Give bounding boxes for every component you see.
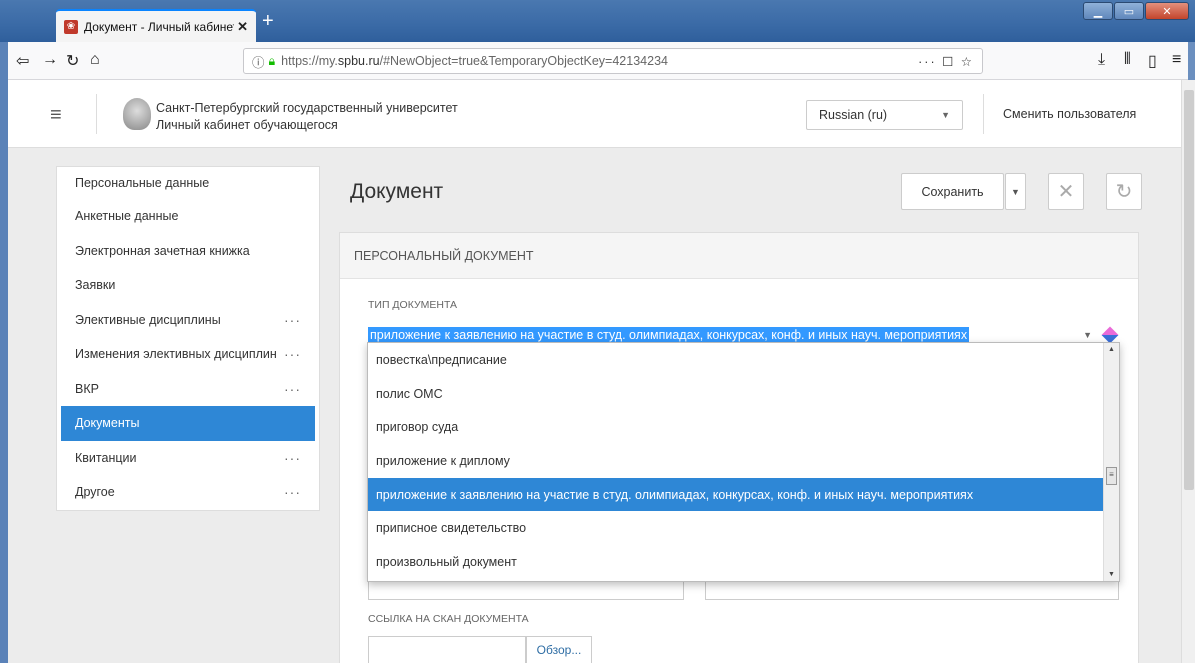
university-name: Санкт-Петербургский государственный унив…: [156, 100, 458, 134]
sidebar-item-label: Анкетные данные: [75, 209, 179, 224]
page-content: ≡ Санкт-Петербургский государственный ун…: [8, 80, 1181, 663]
sidebar-item[interactable]: Элективные дисциплины ···: [57, 303, 319, 338]
university-line1: Санкт-Петербургский государственный унив…: [156, 101, 458, 115]
info-icon[interactable]: ⓘ: [252, 52, 265, 71]
save-options-button[interactable]: ▼: [1005, 173, 1026, 210]
doc-type-dropdown: повестка\предписание полис ОМС приговор су…: [367, 342, 1120, 582]
dropdown-list: повестка\предписание полис ОМС приговор су…: [368, 343, 1119, 579]
sidebar-item-label: Электронная зачетная книжка: [75, 243, 250, 258]
sidebar-item-label: Заявки: [75, 278, 116, 293]
sidebar-item[interactable]: ВКР ···: [57, 372, 319, 407]
sidebar-item[interactable]: Документы: [61, 406, 315, 441]
card-title: ПЕРСОНАЛЬНЫЙ ДОКУМЕНТ: [340, 233, 1138, 279]
university-crest-logo: [123, 98, 151, 130]
text-field[interactable]: [368, 580, 684, 600]
reload-icon[interactable]: ↻: [66, 51, 79, 71]
divider: [96, 94, 97, 134]
window-titlebar: ❀ Документ - Личный кабинет о ✕ + ▁ ▭ ✕: [0, 0, 1195, 42]
sidebar-item[interactable]: Электронная зачетная книжка: [57, 234, 319, 269]
window-frame: [0, 42, 8, 663]
clear-eraser-icon[interactable]: [1101, 326, 1119, 343]
library-icon[interactable]: ⫴: [1124, 51, 1131, 69]
sidebar-item-label: Документы: [75, 416, 140, 431]
url-bar[interactable]: ⓘ 🔒︎ https://my. spbu.ru/#NewObject=true&…: [243, 48, 983, 74]
tab-close-icon[interactable]: ✕: [237, 19, 248, 35]
menu-icon[interactable]: ≡: [1172, 51, 1181, 69]
sidebar-item[interactable]: Изменения элективных дисциплин ···: [57, 337, 319, 372]
browse-button[interactable]: Обзор...: [526, 636, 592, 663]
doc-type-value: приложение к заявлению на участие в студ…: [368, 326, 970, 343]
cancel-icon[interactable]: ✕: [1048, 173, 1084, 210]
divider: [983, 94, 984, 134]
sidebar-menu: Персональные данные Анкетные данные Электр…: [56, 166, 320, 511]
browser-navbar: ⇦ → ↻ ⌂ ⓘ 🔒︎ https://my. spbu.ru/#NewObje…: [8, 42, 1188, 80]
more-icon[interactable]: ···: [284, 450, 301, 466]
page-scroll-thumb[interactable]: [1184, 90, 1194, 490]
more-icon[interactable]: ···: [284, 484, 301, 500]
chevron-down-icon: ▼: [941, 110, 950, 120]
text-field[interactable]: [705, 580, 1119, 600]
university-line2: Личный кабинет обучающегося: [156, 118, 338, 132]
sidebar-item[interactable]: Квитанции ···: [57, 441, 319, 476]
sidebar-item-label: Изменения элективных дисциплин: [75, 347, 277, 362]
save-button[interactable]: Сохранить: [901, 173, 1004, 210]
language-value: Russian (ru): [819, 108, 888, 122]
url-rest: /#NewObject=true&TemporaryObjectKey=4213…: [379, 54, 668, 68]
browser-tab[interactable]: ❀ Документ - Личный кабинет о ✕: [56, 9, 256, 42]
url-domain: spbu.ru: [337, 54, 380, 68]
site-header: ≡ Санкт-Петербургский государственный ун…: [8, 80, 1181, 148]
sidebar-item-label: Другое: [75, 485, 115, 500]
sidebar-item-label: Элективные дисциплины: [75, 312, 221, 327]
tab-title: Документ - Личный кабинет о: [84, 19, 234, 34]
dropdown-option[interactable]: приписное свидетельство: [368, 511, 1103, 545]
dropdown-option[interactable]: повестка\предписание: [368, 343, 1103, 377]
doc-type-label: ТИП ДОКУМЕНТА: [368, 299, 458, 311]
maximize-button[interactable]: ▭: [1114, 2, 1144, 20]
switch-user-link[interactable]: Сменить пользователя: [1003, 107, 1136, 121]
sidebar-item-label: ВКР: [75, 381, 99, 396]
dropdown-option[interactable]: приложение к заявлению на участие в студ…: [368, 477, 1103, 512]
page-title: Документ: [350, 180, 444, 203]
page-actions-icon[interactable]: ··· ☐ ☆: [918, 54, 974, 69]
scroll-thumb[interactable]: ≡: [1106, 467, 1117, 485]
chevron-down-icon[interactable]: ▼: [1083, 330, 1092, 340]
scan-file-input[interactable]: [368, 636, 526, 663]
minimize-button[interactable]: ▁: [1083, 2, 1113, 20]
site-favicon-icon: ❀: [64, 19, 78, 34]
more-icon[interactable]: ···: [284, 381, 301, 397]
forward-icon[interactable]: →: [42, 51, 58, 69]
dropdown-option[interactable]: произвольный документ: [368, 545, 1103, 579]
sidebar-item[interactable]: Персональные данные: [57, 167, 319, 199]
sidebar-icon[interactable]: ▯: [1148, 51, 1157, 71]
more-icon[interactable]: ···: [284, 346, 301, 362]
refresh-icon[interactable]: ↻: [1106, 173, 1142, 210]
new-tab-button[interactable]: +: [262, 10, 274, 33]
window-close-button[interactable]: ✕: [1145, 2, 1189, 20]
hamburger-menu-icon[interactable]: ≡: [50, 104, 62, 127]
dropdown-scrollbar[interactable]: ▲ ≡ ▼: [1103, 343, 1119, 581]
sidebar-item[interactable]: Заявки: [57, 268, 319, 303]
dropdown-option[interactable]: приложение к диплому: [368, 444, 1103, 478]
sidebar-item[interactable]: Другое ···: [57, 475, 319, 510]
scroll-down-icon[interactable]: ▼: [1108, 571, 1115, 578]
dropdown-option[interactable]: приговор суда: [368, 410, 1103, 444]
dropdown-option[interactable]: полис ОМС: [368, 377, 1103, 411]
back-icon[interactable]: ⇦: [16, 51, 29, 71]
scan-link-label: ССЫЛКА НА СКАН ДОКУМЕНТА: [368, 613, 529, 625]
language-select[interactable]: Russian (ru) ▼: [806, 100, 963, 130]
more-icon[interactable]: ···: [284, 312, 301, 328]
lock-icon: 🔒︎: [268, 53, 276, 68]
download-icon[interactable]: ⤓: [1098, 51, 1105, 69]
sidebar-item-label: Квитанции: [75, 450, 137, 465]
sidebar-item-label: Персональные данные: [75, 176, 210, 190]
url-prefix: https://my.: [281, 54, 338, 68]
home-icon[interactable]: ⌂: [90, 51, 100, 69]
sidebar-item[interactable]: Анкетные данные: [57, 199, 319, 234]
page-scrollbar[interactable]: [1181, 80, 1195, 663]
scroll-up-icon[interactable]: ▲: [1108, 346, 1115, 353]
